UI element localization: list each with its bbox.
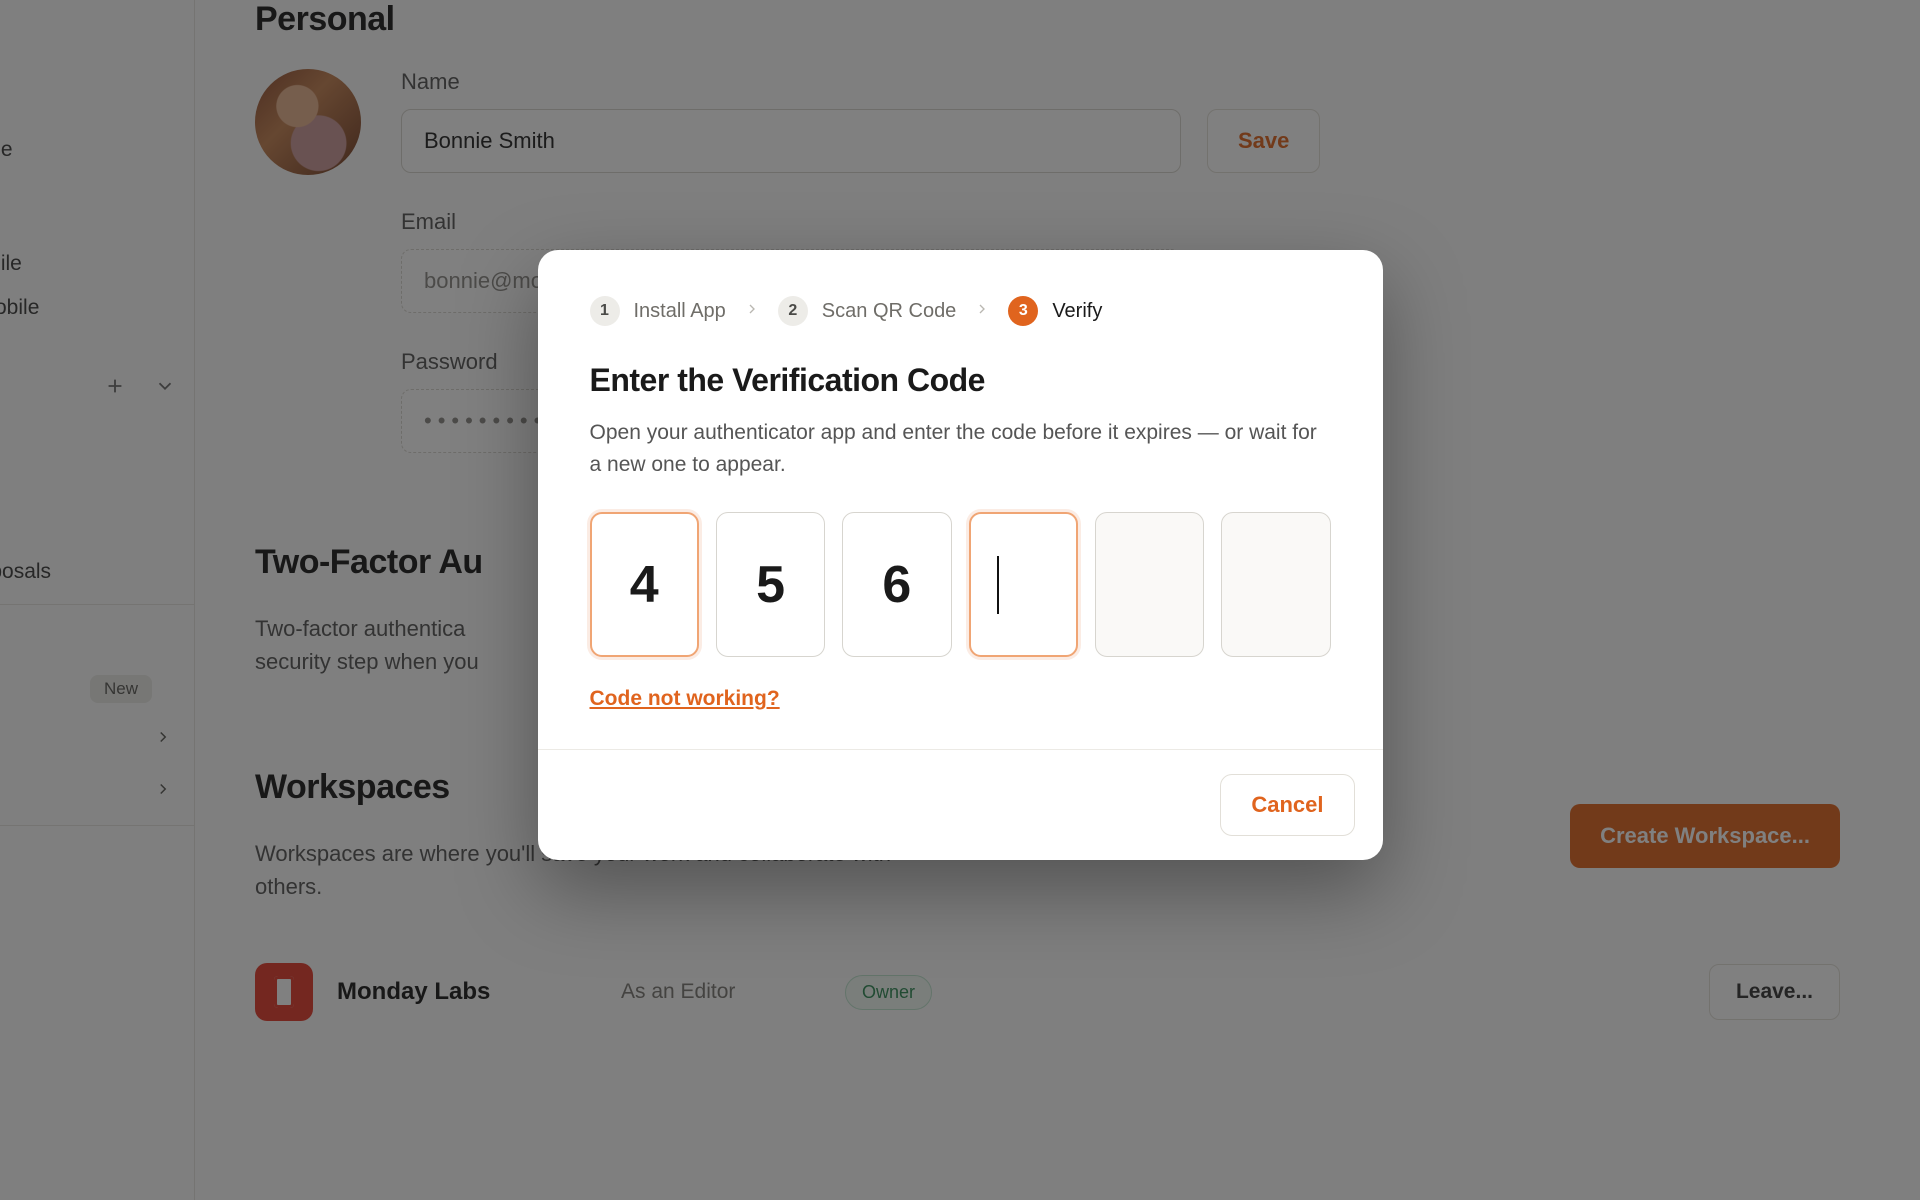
text-cursor xyxy=(997,556,999,614)
modal-footer: Cancel xyxy=(538,749,1383,860)
step-label: Install App xyxy=(634,300,726,323)
code-digit-2[interactable]: 5 xyxy=(716,512,825,657)
step-verify[interactable]: 3 Verify xyxy=(1008,296,1102,326)
step-label: Verify xyxy=(1052,300,1102,323)
cancel-button[interactable]: Cancel xyxy=(1220,774,1354,836)
step-number: 3 xyxy=(1008,296,1038,326)
chevron-right-icon xyxy=(744,301,760,322)
verification-code-input: 4 5 6 xyxy=(590,512,1331,657)
verify-modal: 1 Install App 2 Scan QR Code 3 Verify En… xyxy=(538,250,1383,860)
modal-description: Open your authenticator app and enter th… xyxy=(590,417,1330,480)
step-scan-qr[interactable]: 2 Scan QR Code xyxy=(778,296,957,326)
code-digit-6[interactable] xyxy=(1221,512,1330,657)
step-number: 2 xyxy=(778,296,808,326)
chevron-right-icon xyxy=(974,301,990,322)
code-digit-5[interactable] xyxy=(1095,512,1204,657)
code-not-working-link[interactable]: Code not working? xyxy=(590,687,780,710)
code-digit-3[interactable]: 6 xyxy=(842,512,951,657)
stepper: 1 Install App 2 Scan QR Code 3 Verify xyxy=(590,296,1331,326)
modal-overlay[interactable]: 1 Install App 2 Scan QR Code 3 Verify En… xyxy=(0,0,1920,1200)
step-label: Scan QR Code xyxy=(822,300,957,323)
step-number: 1 xyxy=(590,296,620,326)
code-digit-4[interactable] xyxy=(969,512,1078,657)
step-install-app[interactable]: 1 Install App xyxy=(590,296,726,326)
modal-title: Enter the Verification Code xyxy=(590,362,1331,399)
code-digit-1[interactable]: 4 xyxy=(590,512,699,657)
